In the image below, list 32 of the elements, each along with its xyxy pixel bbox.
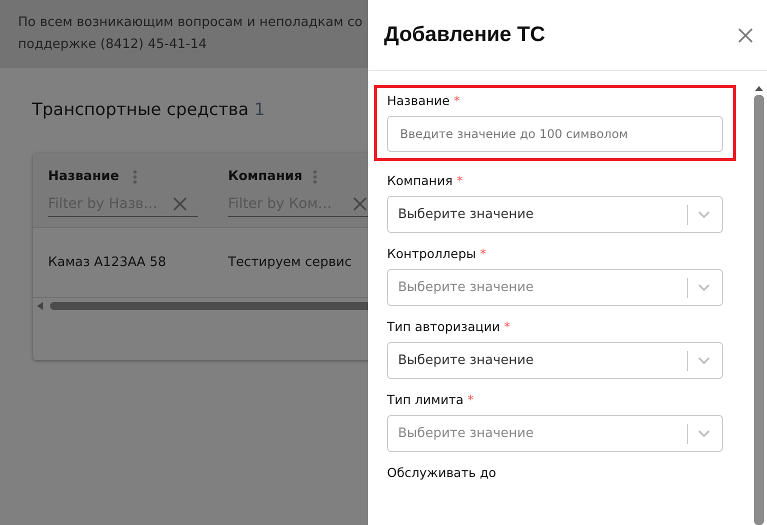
field-label: Контроллеры xyxy=(387,246,476,261)
chevron-down-icon[interactable] xyxy=(698,356,710,364)
input-field[interactable]: Введите значение до 100 символом xyxy=(387,116,723,152)
column-header: Компания xyxy=(228,168,304,186)
close-icon[interactable] xyxy=(738,28,753,42)
horizontal-scrollbar[interactable] xyxy=(37,301,368,311)
required-mark: * xyxy=(456,173,463,188)
clear-icon[interactable] xyxy=(173,197,187,211)
select-field[interactable]: Выберите значение xyxy=(387,196,723,233)
required-mark: * xyxy=(480,246,486,261)
page-title: Транспортные средства xyxy=(32,100,249,120)
select-field[interactable]: Выберите значение xyxy=(387,342,723,379)
field-label: Компания xyxy=(387,173,453,188)
required-mark: * xyxy=(454,93,460,108)
record-count: 1 xyxy=(254,100,265,120)
table-cell: Камаз А123АА 58 xyxy=(48,254,166,270)
field-label: Тип авторизации xyxy=(387,319,500,334)
field-label: Обслуживать до xyxy=(387,465,496,480)
field-label: Тип лимита xyxy=(387,392,464,407)
table-cell: Тестируем сервис xyxy=(228,254,352,270)
vertical-scrollbar[interactable] xyxy=(754,85,764,525)
required-mark: * xyxy=(468,392,474,407)
chevron-down-icon[interactable] xyxy=(698,210,710,218)
field-label: Название xyxy=(387,93,450,108)
notice-text: поддержке (8412) 45-41-14 xyxy=(18,36,207,54)
column-header: Название xyxy=(48,168,120,186)
clear-icon[interactable] xyxy=(353,197,367,211)
kebab-menu-icon[interactable] xyxy=(133,170,137,184)
drawer-title: Добавление ТС xyxy=(384,22,546,48)
kebab-menu-icon[interactable] xyxy=(313,170,317,184)
notice-text: По всем возникающим вопросам и неполадкам со xyxy=(18,14,363,32)
required-mark: * xyxy=(504,319,510,334)
